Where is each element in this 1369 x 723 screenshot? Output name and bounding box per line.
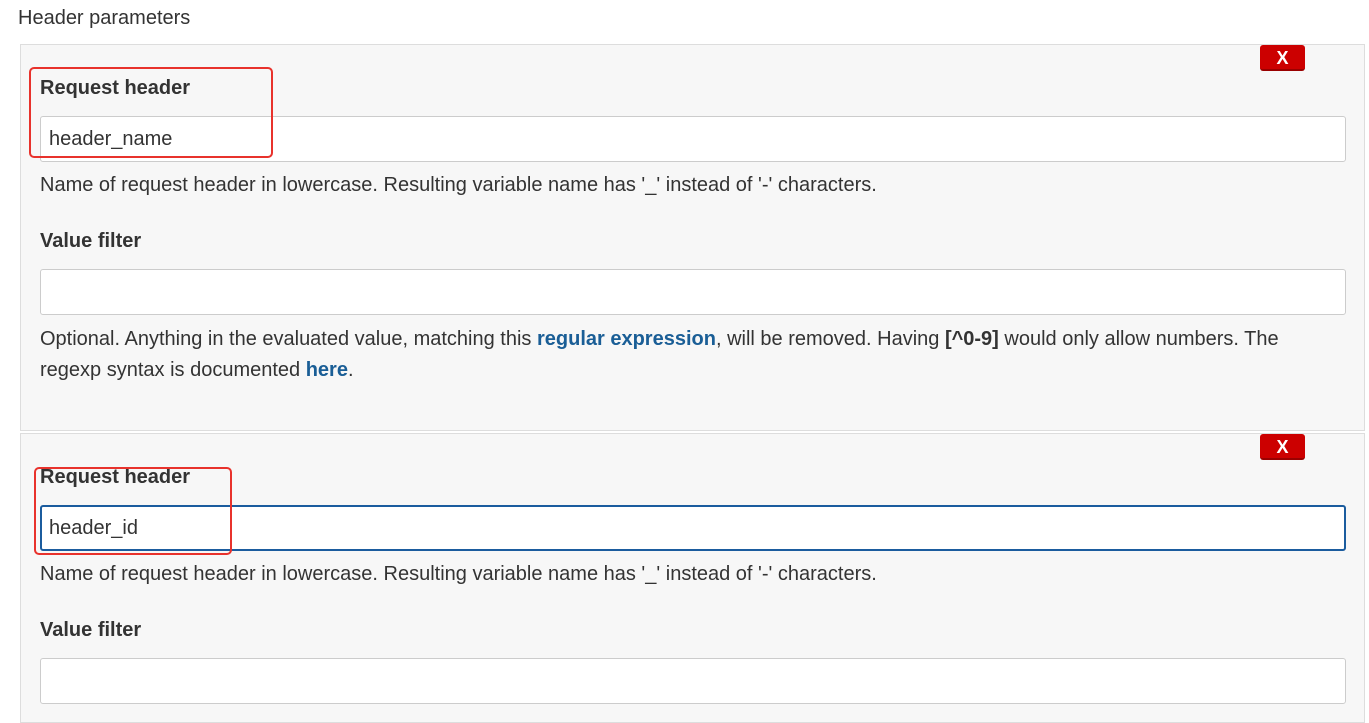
request-header-help: Name of request header in lowercase. Res… [40, 563, 877, 585]
request-header-input[interactable] [40, 505, 1346, 551]
regexp-docs-link[interactable]: here [306, 359, 348, 381]
section-title: Header parameters [18, 7, 191, 29]
request-header-label: Request header [40, 77, 191, 99]
filter-example-code: [^0-9] [944, 328, 999, 350]
value-filter-label: Value filter [40, 230, 142, 252]
remove-header-button[interactable]: X [1260, 45, 1305, 71]
header-param-panel-1: X Request header Name of request header … [20, 44, 1365, 431]
remove-header-button[interactable]: X [1260, 434, 1305, 460]
value-filter-label: Value filter [40, 619, 142, 641]
request-header-label: Request header [40, 466, 191, 488]
request-header-input[interactable] [40, 116, 1346, 162]
regular-expression-link[interactable]: regular expression [537, 328, 716, 350]
filter-help-text: , will be removed. Having [715, 328, 945, 350]
header-param-panel-2: X Request header Name of request header … [20, 433, 1365, 723]
value-filter-input[interactable] [40, 658, 1346, 704]
value-filter-input[interactable] [40, 269, 1346, 315]
filter-help-text: Optional. Anything in the evaluated valu… [40, 328, 537, 350]
filter-help-text: . [347, 359, 354, 381]
request-header-help: Name of request header in lowercase. Res… [40, 174, 877, 196]
value-filter-help: Optional. Anything in the evaluated valu… [40, 324, 1340, 386]
